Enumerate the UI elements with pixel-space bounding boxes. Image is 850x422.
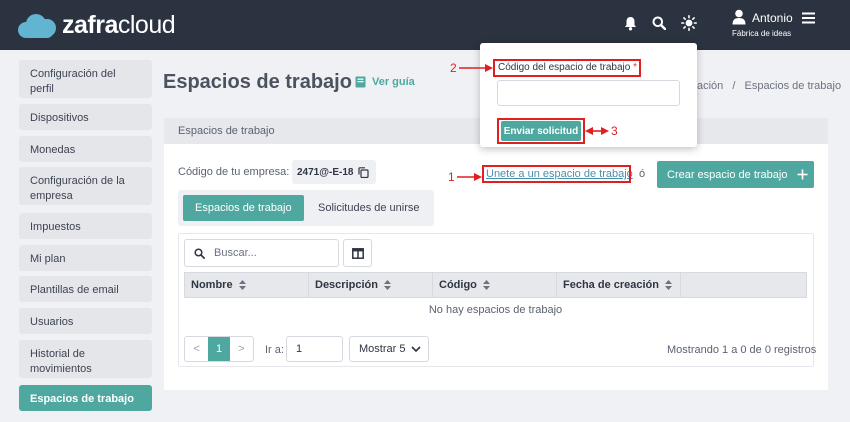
- annotation-number-2: 2: [450, 61, 457, 75]
- annotation-number-3: 3: [611, 124, 618, 138]
- annotation-number-1: 1: [448, 170, 455, 184]
- annotation-arrows: [457, 64, 609, 181]
